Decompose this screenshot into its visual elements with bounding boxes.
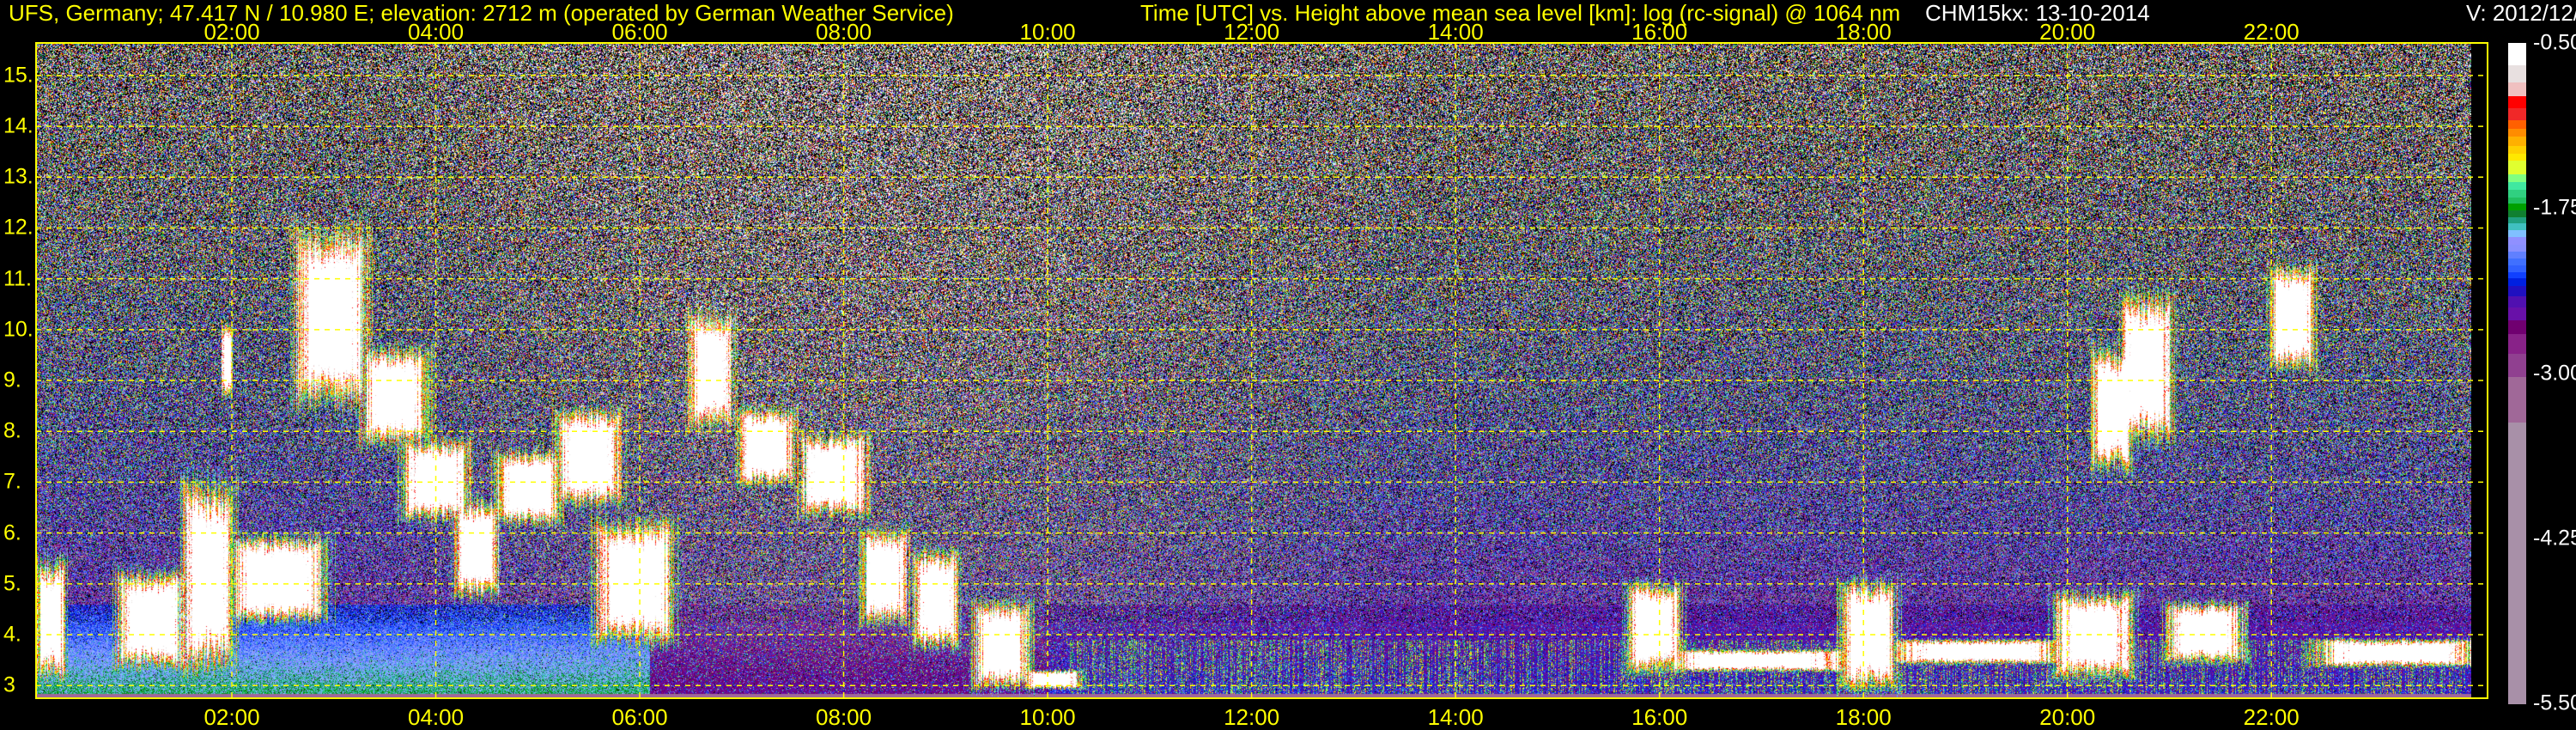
- x-tick-label-bottom: 02:00: [204, 704, 260, 730]
- x-tick-label-top: 12:00: [1224, 19, 1280, 45]
- x-tick-label-top: 08:00: [816, 19, 872, 45]
- x-tick-label-top: 18:00: [1835, 19, 1892, 45]
- colorbar-tick-label: -1.75: [2533, 195, 2576, 220]
- x-tick-label-top: 10:00: [1019, 19, 1076, 45]
- x-tick-label-top: 02:00: [204, 19, 260, 45]
- y-tick-label: 3: [3, 672, 15, 697]
- y-tick-label: 14.: [3, 113, 33, 138]
- colorbar-tick-label: -3.00: [2533, 361, 2576, 385]
- colorbar-segment: [2508, 377, 2526, 424]
- x-tick-label-top: 16:00: [1631, 19, 1688, 45]
- x-tick-label-bottom: 04:00: [407, 704, 465, 730]
- x-tick-label-bottom: 06:00: [611, 704, 668, 730]
- software-version: V: 2012/12/20: [2466, 0, 2576, 26]
- y-tick-label: 10.: [3, 317, 33, 342]
- x-tick-label-top: 22:00: [2243, 19, 2300, 45]
- y-tick-label: 11.: [3, 266, 32, 291]
- colorbar-segment: [2508, 334, 2526, 356]
- colorbar-segment: [2508, 82, 2526, 97]
- colorbar-segment: [2508, 423, 2526, 704]
- x-tick-label-bottom: 12:00: [1224, 704, 1280, 730]
- x-tick-label-bottom: 10:00: [1019, 704, 1076, 730]
- colorbar-segment: [2508, 319, 2526, 336]
- colorbar-tick-label: -4.25: [2533, 526, 2576, 551]
- instrument-date: CHM15kx: 13-10-2014: [1925, 0, 2150, 26]
- x-tick-label-bottom: 08:00: [816, 704, 872, 730]
- x-tick-label-bottom: 22:00: [2243, 704, 2300, 730]
- y-tick-label: 13.: [3, 164, 33, 189]
- x-tick-label-bottom: 20:00: [2039, 704, 2096, 730]
- x-tick-label-bottom: 14:00: [1427, 704, 1484, 730]
- colorbar-segment: [2508, 43, 2526, 66]
- colorbar-tick-label: -0.50: [2533, 30, 2576, 55]
- y-tick-label: 5.: [3, 571, 21, 596]
- y-tick-label: 4.: [3, 622, 21, 647]
- station-title: UFS, Germany; 47.417 N / 10.980 E; eleva…: [9, 0, 954, 26]
- x-tick-label-top: 06:00: [611, 19, 668, 45]
- x-tick-label-top: 14:00: [1427, 19, 1484, 45]
- y-tick-label: 15.: [3, 63, 33, 88]
- x-tick-label-bottom: 16:00: [1631, 704, 1688, 730]
- y-tick-label: 12.: [3, 215, 33, 240]
- y-tick-label: 7.: [3, 469, 21, 494]
- x-tick-label-top: 04:00: [407, 19, 465, 45]
- colorbar-segment: [2508, 160, 2526, 176]
- colorbar: [2508, 43, 2526, 704]
- colorbar-segment: [2508, 354, 2526, 379]
- backscatter-heatmap: [36, 43, 2471, 698]
- colorbar-segment: [2508, 296, 2526, 308]
- y-tick-label: 6.: [3, 520, 21, 545]
- colorbar-segment: [2508, 107, 2526, 121]
- y-tick-label: 8.: [3, 418, 21, 443]
- x-tick-label-top: 20:00: [2039, 19, 2096, 45]
- colorbar-tick-label: -5.50: [2533, 690, 2576, 715]
- colorbar-segment: [2508, 95, 2526, 109]
- colorbar-segment: [2508, 307, 2526, 321]
- y-tick-label: 9.: [3, 368, 21, 392]
- x-tick-label-bottom: 18:00: [1835, 704, 1892, 730]
- colorbar-segment: [2508, 64, 2526, 84]
